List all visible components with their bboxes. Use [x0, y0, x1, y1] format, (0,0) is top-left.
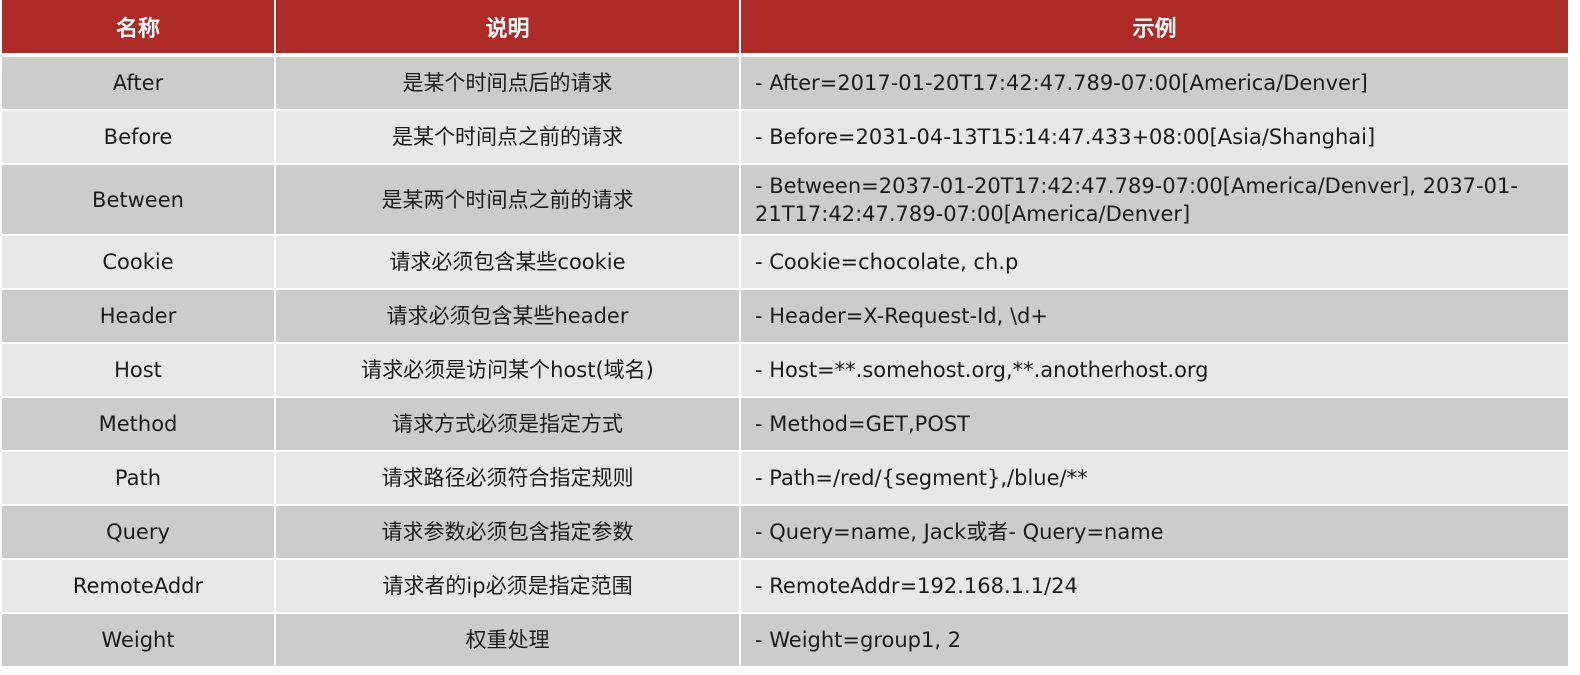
table-row: Before 是某个时间点之前的请求 - Before=2031-04-13T1… — [0, 110, 1570, 165]
table-row: RemoteAddr 请求者的ip必须是指定范围 - RemoteAddr=19… — [0, 559, 1570, 614]
predicate-table-container: 名称 说明 示例 After 是某个时间点后的请求 - After=2017-0… — [0, 0, 1570, 668]
cell-description: 是某个时间点之前的请求 — [274, 110, 741, 165]
table-row: Host 请求必须是访问某个host(域名) - Host=**.somehos… — [0, 343, 1570, 398]
cell-example: - Header=X-Request-Id, \d+ — [739, 289, 1570, 344]
cell-description: 请求必须是访问某个host(域名) — [274, 343, 741, 398]
cell-name: RemoteAddr — [0, 559, 276, 614]
cell-example: - Weight=group1, 2 — [739, 613, 1570, 668]
cell-description: 请求参数必须包含指定参数 — [274, 505, 741, 560]
cell-example: - Path=/red/{segment},/blue/** — [739, 451, 1570, 506]
cell-example: - Method=GET,POST — [739, 397, 1570, 452]
cell-name: Before — [0, 110, 276, 165]
cell-name: After — [0, 55, 276, 111]
cell-name: Weight — [0, 613, 276, 668]
table-row: Cookie 请求必须包含某些cookie - Cookie=chocolate… — [0, 235, 1570, 290]
cell-name: Method — [0, 397, 276, 452]
cell-description: 请求必须包含某些header — [274, 289, 741, 344]
header-example: 示例 — [739, 0, 1570, 57]
table-row: Header 请求必须包含某些header - Header=X-Request… — [0, 289, 1570, 344]
cell-description: 请求方式必须是指定方式 — [274, 397, 741, 452]
cell-example: - Between=2037-01-20T17:42:47.789-07:00[… — [739, 164, 1570, 236]
header-name: 名称 — [0, 0, 276, 57]
cell-description: 请求者的ip必须是指定范围 — [274, 559, 741, 614]
table-row: Weight 权重处理 - Weight=group1, 2 — [0, 613, 1570, 668]
cell-name: Host — [0, 343, 276, 398]
cell-description: 请求必须包含某些cookie — [274, 235, 741, 290]
cell-name: Query — [0, 505, 276, 560]
header-row: 名称 说明 示例 — [0, 0, 1570, 57]
predicate-table: 名称 说明 示例 After 是某个时间点后的请求 - After=2017-0… — [0, 0, 1570, 668]
cell-example: - After=2017-01-20T17:42:47.789-07:00[Am… — [739, 55, 1570, 111]
cell-example: - Query=name, Jack或者- Query=name — [739, 505, 1570, 560]
cell-description: 请求路径必须符合指定规则 — [274, 451, 741, 506]
cell-name: Path — [0, 451, 276, 506]
table-row: Method 请求方式必须是指定方式 - Method=GET,POST — [0, 397, 1570, 452]
header-description: 说明 — [274, 0, 741, 57]
cell-name: Between — [0, 164, 276, 236]
cell-example: - Host=**.somehost.org,**.anotherhost.or… — [739, 343, 1570, 398]
table-row: After 是某个时间点后的请求 - After=2017-01-20T17:4… — [0, 55, 1570, 111]
cell-description: 是某个时间点后的请求 — [274, 55, 741, 111]
cell-name: Header — [0, 289, 276, 344]
cell-description: 是某两个时间点之前的请求 — [274, 164, 741, 236]
cell-description: 权重处理 — [274, 613, 741, 668]
cell-example: - RemoteAddr=192.168.1.1/24 — [739, 559, 1570, 614]
table-row: Query 请求参数必须包含指定参数 - Query=name, Jack或者-… — [0, 505, 1570, 560]
table-row: Path 请求路径必须符合指定规则 - Path=/red/{segment},… — [0, 451, 1570, 506]
cell-example: - Cookie=chocolate, ch.p — [739, 235, 1570, 290]
cell-example: - Before=2031-04-13T15:14:47.433+08:00[A… — [739, 110, 1570, 165]
cell-name: Cookie — [0, 235, 276, 290]
table-row: Between 是某两个时间点之前的请求 - Between=2037-01-2… — [0, 164, 1570, 236]
